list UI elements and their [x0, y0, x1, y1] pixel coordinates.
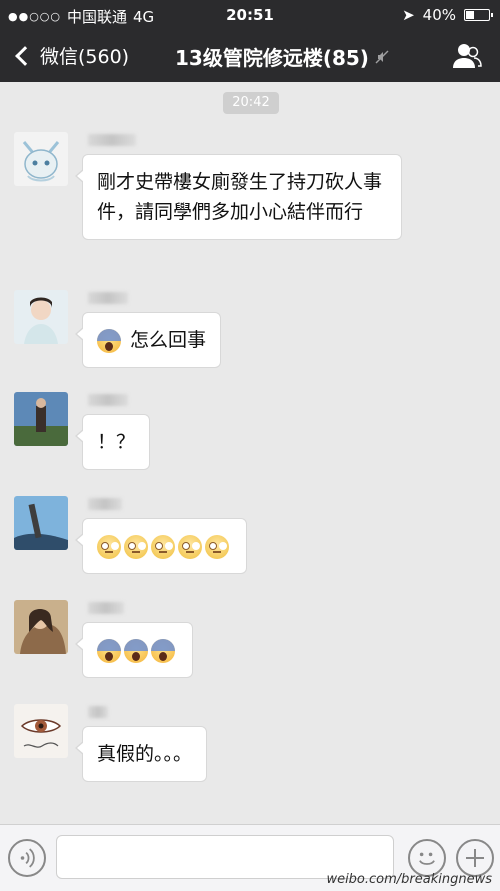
message-text: 剛才史帶樓女廁發生了持刀砍人事件，請同學們多加小心結伴而行: [97, 171, 383, 223]
avatar[interactable]: [14, 132, 68, 186]
back-label: 微信(560): [40, 46, 130, 68]
message-text: 真假的。。。: [97, 743, 193, 765]
chat-title-wrap: 13级管院修远楼(85): [175, 42, 389, 71]
eye-roll-emoji-icon: [124, 534, 148, 559]
message-bubble[interactable]: 剛才史帶樓女廁發生了持刀砍人事件，請同學們多加小心結伴而行: [75, 154, 402, 240]
status-bar: ●●○○○ 中国联通 4G 20:51 ➤ 40%: [0, 0, 500, 30]
back-button[interactable]: 微信(560): [12, 42, 129, 69]
sender-name-blurred: [88, 292, 128, 304]
battery-percent: 40%: [422, 6, 456, 24]
sender-name-blurred: [88, 706, 108, 718]
eye-roll-emoji-icon: [205, 534, 229, 559]
avatar[interactable]: [14, 392, 68, 446]
chat-timestamp: 20:42: [223, 92, 279, 114]
message-bubble[interactable]: 怎么回事: [74, 312, 222, 368]
battery-fill: [466, 11, 475, 19]
battery-icon: [464, 9, 493, 21]
chat-area[interactable]: 20:42 剛才史帶樓女廁發生了持刀砍人事件，請同學們多加小心結伴而行 怎么回事: [0, 82, 500, 824]
nav-bar: 微信(560) 13级管院修远楼(85): [0, 30, 500, 82]
message-bubble[interactable]: ！？: [74, 414, 151, 470]
sender-name-blurred: [88, 134, 136, 146]
sender-name-blurred: [88, 602, 124, 614]
eye-roll-emoji-icon: [151, 534, 175, 559]
message-bubble[interactable]: 真假的。。。: [74, 726, 208, 782]
scream-emoji-icon: [151, 638, 175, 663]
scream-emoji-icon: [97, 328, 121, 353]
chevron-left-icon: [15, 45, 35, 66]
avatar[interactable]: [14, 496, 68, 550]
chat-title: 13级管院修远楼(85): [175, 46, 369, 70]
message-text: ！？: [97, 431, 136, 453]
scream-emoji-icon: [97, 638, 121, 663]
sender-name-blurred: [88, 498, 122, 510]
message-text: 怎么回事: [130, 329, 207, 351]
eye-roll-emoji-icon: [178, 534, 202, 559]
avatar[interactable]: [14, 600, 68, 654]
avatar[interactable]: [14, 290, 68, 344]
message-bubble[interactable]: [75, 622, 193, 678]
input-bar: weibo.com/breakingnews: [0, 824, 500, 891]
scream-emoji-icon: [124, 638, 148, 663]
voice-input-icon[interactable]: [8, 839, 46, 877]
group-members-icon[interactable]: [452, 42, 482, 70]
sender-name-blurred: [88, 394, 128, 406]
location-icon: ➤: [402, 6, 415, 24]
eye-roll-emoji-icon: [97, 534, 121, 559]
message-bubble[interactable]: [75, 518, 247, 574]
watermark-text: weibo.com/breakingnews: [326, 872, 492, 887]
avatar[interactable]: [14, 704, 68, 758]
mute-icon: [375, 50, 389, 63]
